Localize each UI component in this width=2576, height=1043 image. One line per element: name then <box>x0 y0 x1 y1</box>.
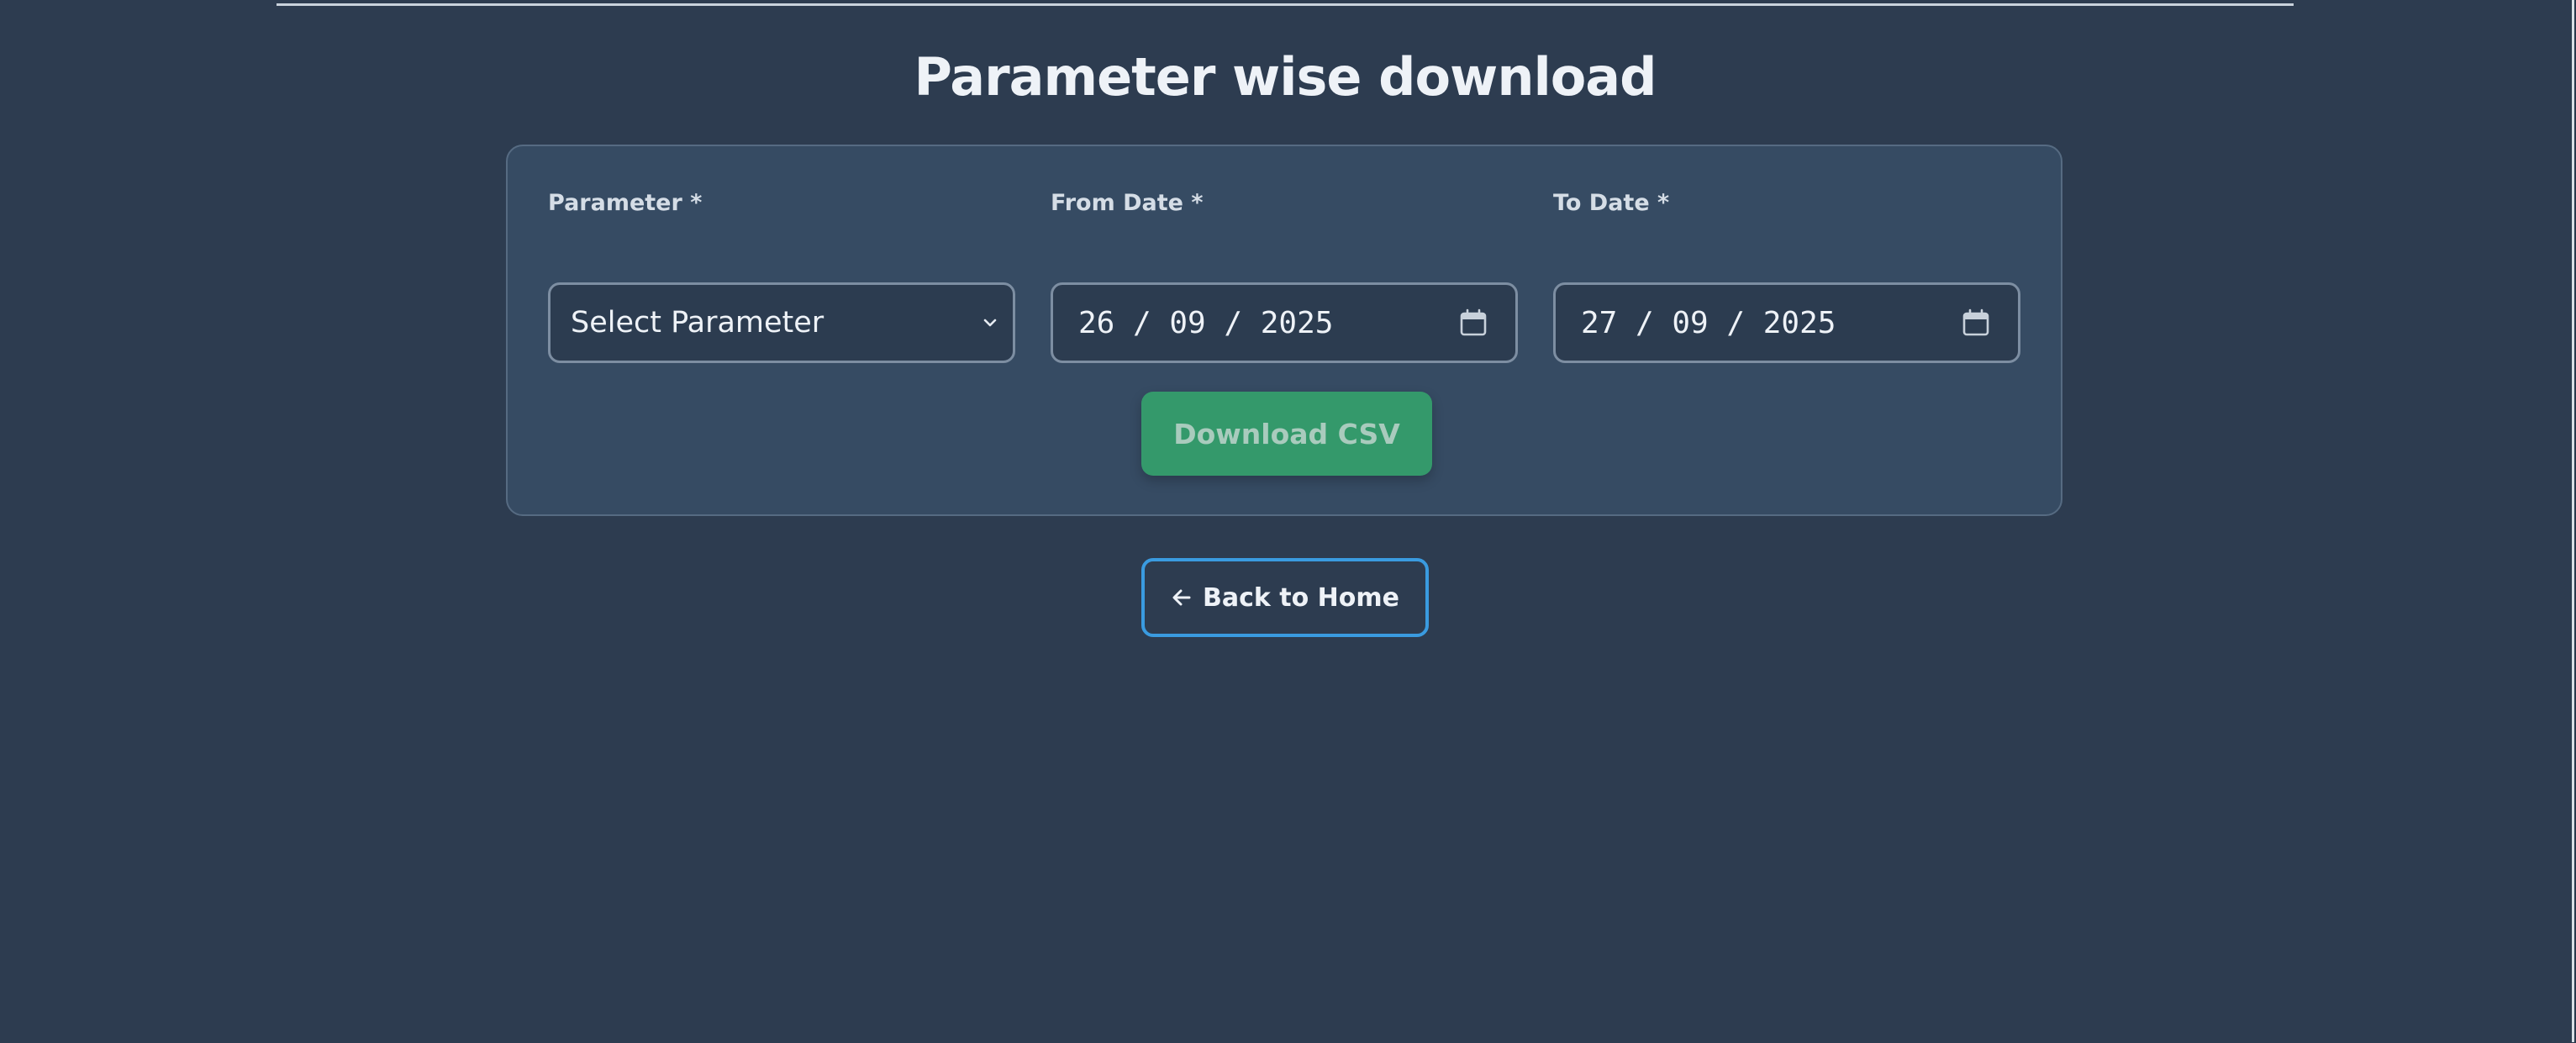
from-date-label: From Date * <box>1051 190 1204 216</box>
to-date-field: To Date * 27 / 09 / 2025 <box>1553 187 2020 363</box>
vertical-scrollbar[interactable] <box>2571 0 2576 1043</box>
from-date-field: From Date * 26 / 09 / 2025 <box>1051 187 1518 363</box>
to-date-value: 27 / 09 / 2025 <box>1581 305 1836 340</box>
parameter-select-value: Select Parameter <box>571 306 824 340</box>
from-date-input[interactable]: 26 / 09 / 2025 <box>1051 282 1518 363</box>
page-title: Parameter wise download <box>914 46 1657 108</box>
to-date-label: To Date * <box>1553 190 1670 216</box>
download-form-card: Parameter * Select Parameter From Date *… <box>506 145 2062 516</box>
from-date-value: 26 / 09 / 2025 <box>1078 305 1334 340</box>
back-to-home-label: Back to Home <box>1202 582 1399 613</box>
parameter-label: Parameter * <box>548 190 703 216</box>
parameter-select[interactable]: Select Parameter <box>548 282 1015 363</box>
parameter-field: Parameter * Select Parameter <box>548 187 1015 363</box>
calendar-icon[interactable] <box>1458 308 1488 338</box>
download-csv-button[interactable]: Download CSV <box>1141 392 1432 476</box>
back-to-home-button[interactable]: Back to Home <box>1141 558 1429 637</box>
calendar-icon[interactable] <box>1961 308 1991 338</box>
chevron-down-icon <box>981 313 999 332</box>
to-date-input[interactable]: 27 / 09 / 2025 <box>1553 282 2020 363</box>
top-divider <box>277 3 2294 6</box>
page: Parameter wise download Parameter * Sele… <box>0 0 2576 1043</box>
scrollbar-thumb[interactable] <box>2572 0 2574 1042</box>
arrow-left-icon <box>1171 587 1193 608</box>
